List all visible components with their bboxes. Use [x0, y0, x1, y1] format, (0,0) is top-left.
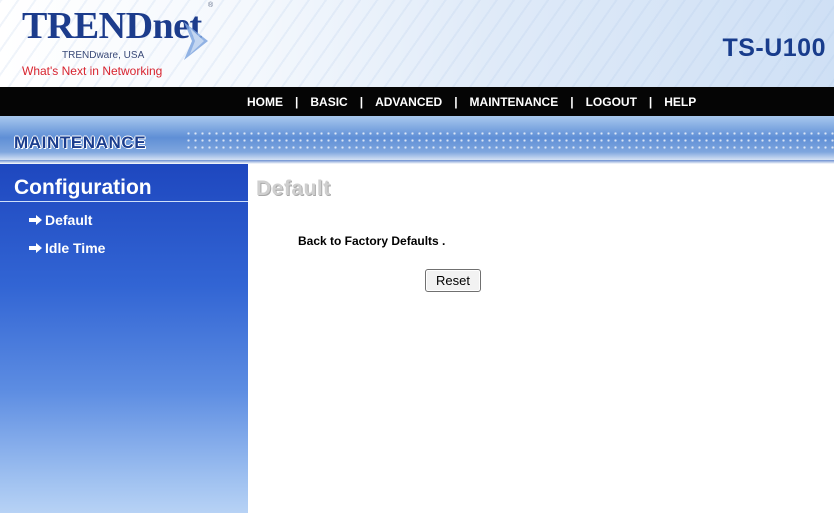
sidebar-item-label: Default — [45, 212, 93, 228]
logo-swoosh-icon — [184, 22, 208, 60]
sidebar-heading: Configuration — [14, 176, 152, 199]
arrow-right-icon — [29, 243, 42, 253]
arrow-right-icon — [29, 215, 42, 225]
sidebar-divider — [0, 201, 248, 202]
top-nav-bar: HOME | BASIC | ADVANCED | MAINTENANCE | … — [0, 87, 834, 116]
logo-company: TRENDware, USA — [62, 50, 145, 61]
section-dot-pattern — [185, 130, 834, 152]
header-banner: TRENDnet ® TRENDware, USA What's Next in… — [0, 0, 834, 87]
nav-separator: | — [570, 94, 574, 109]
nav-separator: | — [648, 94, 653, 109]
page-title: Default — [256, 177, 331, 200]
nav-separator: | — [295, 94, 299, 109]
nav-links: HOME | BASIC | ADVANCED | MAINTENANCE | … — [247, 87, 696, 116]
logo-tagline: What's Next in Networking — [22, 64, 163, 78]
registered-mark: ® — [208, 2, 214, 9]
nav-separator: | — [359, 94, 364, 109]
nav-help[interactable]: HELP — [664, 95, 696, 109]
nav-logout[interactable]: LOGOUT — [586, 95, 637, 109]
trendnet-logo[interactable]: TRENDnet ® TRENDware, USA What's Next in… — [22, 2, 214, 84]
sidebar-item-default[interactable]: Default — [28, 212, 92, 228]
nav-basic[interactable]: BASIC — [310, 95, 347, 109]
section-title: MAINTENANCE — [14, 133, 147, 152]
sidebar-item-idle-time[interactable]: Idle Time — [28, 240, 105, 256]
nav-separator: | — [454, 94, 458, 109]
nav-advanced[interactable]: ADVANCED — [375, 95, 442, 109]
nav-maintenance[interactable]: MAINTENANCE — [470, 95, 559, 109]
reset-button[interactable]: Reset — [425, 269, 481, 292]
section-banner: MAINTENANCE — [0, 116, 834, 164]
main-content: Default Back to Factory Defaults . Reset — [248, 164, 834, 513]
model-name: TS-U100 — [722, 34, 826, 62]
factory-defaults-message: Back to Factory Defaults . — [298, 234, 446, 248]
sidebar-item-label: Idle Time — [45, 240, 106, 256]
sidebar: Configuration Default Idle Time — [0, 164, 248, 513]
logo-brand-text: TRENDnet — [22, 5, 202, 47]
nav-home[interactable]: HOME — [247, 95, 283, 109]
